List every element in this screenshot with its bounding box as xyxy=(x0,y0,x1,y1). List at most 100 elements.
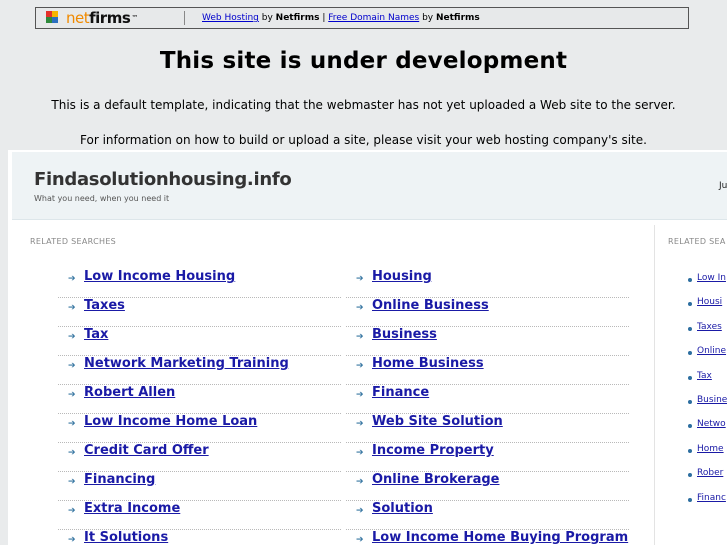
side-search-link[interactable]: Online xyxy=(697,346,726,356)
by-text: by xyxy=(258,13,276,23)
search-link-item: ➔ Low Income Home Buying Program xyxy=(346,530,629,545)
bullet-icon xyxy=(688,351,692,356)
arrow-icon: ➔ xyxy=(68,534,76,544)
side-search-link[interactable]: Housi xyxy=(697,297,722,307)
bullet-icon xyxy=(688,473,692,478)
search-link-item: ➔ Income Property xyxy=(346,443,629,472)
bullet-icon xyxy=(688,278,692,282)
search-link[interactable]: Robert Allen xyxy=(84,385,175,400)
netfirms-banner: netfirms ™ Web Hosting by Netfirms | Free… xyxy=(35,7,689,29)
search-link-item: ➔ Taxes xyxy=(58,298,341,327)
search-link[interactable]: Low Income Home Buying Program xyxy=(372,530,628,545)
arrow-icon: ➔ xyxy=(68,389,76,399)
search-link-item: ➔ Online Brokerage xyxy=(346,472,629,501)
search-link[interactable]: Extra Income xyxy=(84,501,180,516)
arrow-icon: ➔ xyxy=(356,389,364,399)
bullet-icon xyxy=(688,375,692,380)
banner-divider xyxy=(184,11,185,25)
search-link[interactable]: Tax xyxy=(84,327,108,342)
search-link[interactable]: Income Property xyxy=(372,443,494,458)
bullet-icon xyxy=(688,326,692,331)
arrow-icon: ➔ xyxy=(68,418,76,428)
search-link[interactable]: Business xyxy=(372,327,437,342)
search-link-item: ➔ Robert Allen xyxy=(58,385,341,414)
free-domain-names-link[interactable]: Free Domain Names xyxy=(328,13,419,23)
netfirms-logo[interactable]: netfirms ™ xyxy=(46,9,176,27)
search-link-item: ➔ Credit Card Offer xyxy=(58,443,341,472)
banner-links: Web Hosting by Netfirms | Free Domain Na… xyxy=(202,13,480,23)
side-search-link[interactable]: Busine xyxy=(697,395,727,405)
arrow-icon: ➔ xyxy=(356,447,364,457)
search-link-item: ➔ It Solutions xyxy=(58,530,341,545)
search-link[interactable]: Low Income Housing xyxy=(84,269,235,284)
search-link-item: ➔ Finance xyxy=(346,385,629,414)
search-link-item: ➔ Tax xyxy=(58,327,341,356)
arrow-icon: ➔ xyxy=(356,534,364,544)
search-link[interactable]: It Solutions xyxy=(84,530,168,545)
info-text-hosting-company: For information on how to build or uploa… xyxy=(80,133,647,147)
arrow-icon: ➔ xyxy=(356,331,364,341)
parked-header: Findasolutionhousing.info What you need,… xyxy=(12,152,727,220)
side-search-link[interactable]: Financ xyxy=(697,493,726,503)
search-link-item: ➔ Solution xyxy=(346,501,629,530)
search-link[interactable]: Online Business xyxy=(372,298,489,313)
search-link-item: ➔ Extra Income xyxy=(58,501,341,530)
arrow-icon: ➔ xyxy=(356,505,364,515)
search-link-item: ➔ Housing xyxy=(346,269,629,298)
search-link[interactable]: Web Site Solution xyxy=(372,414,503,429)
search-link[interactable]: Home Business xyxy=(372,356,484,371)
search-link-item: ➔ Web Site Solution xyxy=(346,414,629,443)
search-link[interactable]: Online Brokerage xyxy=(372,472,500,487)
netfirms-text: Netfirms xyxy=(275,13,320,23)
site-tagline: What you need, when you need it xyxy=(34,194,170,203)
search-link[interactable]: Taxes xyxy=(84,298,125,313)
related-searches-panel: RELATED SEARCHES ➔ Low Income Housing ➔ Ta… xyxy=(12,225,655,545)
arrow-icon: ➔ xyxy=(68,360,76,370)
arrow-icon: ➔ xyxy=(68,273,76,283)
related-searches-right-column: ➔ Housing ➔ Online Business ➔ Business ➔ Hom… xyxy=(346,269,629,545)
info-text-default-template: This is a default template, indicating t… xyxy=(51,98,676,112)
side-search-link[interactable]: Low In xyxy=(697,273,726,283)
search-link-item: ➔ Low Income Housing xyxy=(58,269,341,298)
by-text: by xyxy=(419,13,436,23)
netfirms-logo-text: netfirms xyxy=(66,9,131,27)
arrow-icon: ➔ xyxy=(68,331,76,341)
search-link[interactable]: Low Income Home Loan xyxy=(84,414,257,429)
side-search-link[interactable]: Tax xyxy=(697,371,712,381)
search-link-item: ➔ Online Business xyxy=(346,298,629,327)
search-link-item: ➔ Network Marketing Training xyxy=(58,356,341,385)
arrow-icon: ➔ xyxy=(356,476,364,486)
bullet-icon xyxy=(688,399,692,404)
search-link[interactable]: Financing xyxy=(84,472,155,487)
bullet-icon xyxy=(688,497,692,502)
side-search-link[interactable]: Netwo xyxy=(697,419,726,429)
side-related-searches-label: RELATED SEA xyxy=(668,237,726,246)
side-search-link[interactable]: Rober xyxy=(697,468,723,478)
netfirms-text: Netfirms xyxy=(435,13,480,23)
side-search-link[interactable]: Home xyxy=(697,444,724,454)
arrow-icon: ➔ xyxy=(68,447,76,457)
arrow-icon: ➔ xyxy=(356,302,364,312)
search-link[interactable]: Network Marketing Training xyxy=(84,356,289,371)
related-searches-label: RELATED SEARCHES xyxy=(30,237,117,246)
related-searches-left-column: ➔ Low Income Housing ➔ Taxes ➔ Tax ➔ Network… xyxy=(58,269,341,545)
search-link[interactable]: Solution xyxy=(372,501,433,516)
site-title: Findasolutionhousing.info xyxy=(34,169,292,190)
search-link-item: ➔ Financing xyxy=(58,472,341,501)
search-link[interactable]: Credit Card Offer xyxy=(84,443,209,458)
bullet-icon xyxy=(688,448,692,453)
arrow-icon: ➔ xyxy=(68,476,76,486)
search-link[interactable]: Housing xyxy=(372,269,432,284)
arrow-icon: ➔ xyxy=(68,505,76,515)
search-link-item: ➔ Low Income Home Loan xyxy=(58,414,341,443)
bullet-icon xyxy=(688,424,692,429)
bullet-icon xyxy=(688,302,692,307)
search-link[interactable]: Finance xyxy=(372,385,429,400)
search-link-item: ➔ Business xyxy=(346,327,629,356)
search-link-item: ➔ Home Business xyxy=(346,356,629,385)
arrow-icon: ➔ xyxy=(68,302,76,312)
arrow-icon: ➔ xyxy=(356,418,364,428)
side-search-link[interactable]: Taxes xyxy=(697,322,722,332)
netfirms-logo-icon xyxy=(46,11,64,25)
web-hosting-link[interactable]: Web Hosting xyxy=(202,13,259,23)
